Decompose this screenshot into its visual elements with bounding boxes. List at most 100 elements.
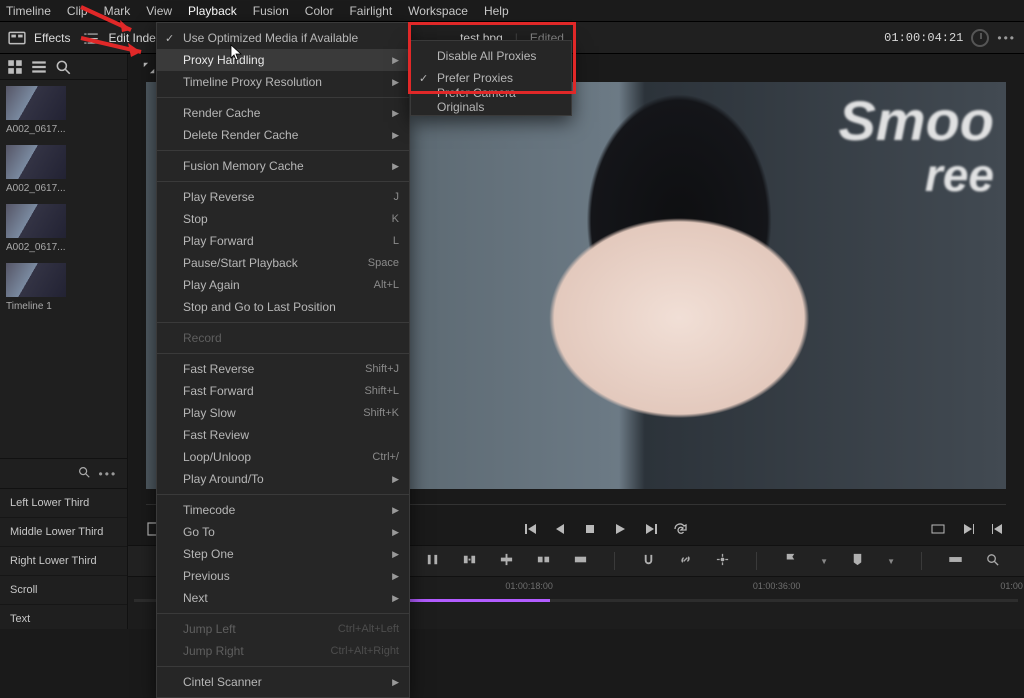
menu-item[interactable]: Play Around/To▶	[157, 468, 409, 490]
menu-item[interactable]: Cintel Scanner ▶	[157, 671, 409, 693]
submenu-caret-icon: ▶	[392, 108, 399, 119]
title-preset-item[interactable]: Scroll	[0, 576, 127, 605]
menu-item[interactable]: Proxy Handling▶	[157, 49, 409, 71]
title-preset-item[interactable]: Text	[0, 605, 127, 629]
menu-item[interactable]: Fast Review	[157, 424, 409, 446]
menu-item-label: Play Again	[183, 278, 240, 292]
menu-item[interactable]: Play AgainAlt+L	[157, 274, 409, 296]
menu-item[interactable]: Fast ForwardShift+L	[157, 380, 409, 402]
left-pane: A002_0617... A002_0617... A002_0617... Time…	[0, 54, 128, 629]
menu-item[interactable]: Step One▶	[157, 543, 409, 565]
search-icon[interactable]	[77, 465, 91, 482]
menu-item[interactable]: Previous▶	[157, 565, 409, 587]
menu-item[interactable]: Fast ReverseShift+J	[157, 358, 409, 380]
trim-tool-icon[interactable]	[425, 552, 440, 570]
menu-shortcut: J	[394, 191, 400, 203]
snap-icon[interactable]	[641, 552, 656, 570]
viewer-timecode[interactable]: 01:00:04:21	[884, 31, 963, 45]
submenu-item[interactable]: Disable All Proxies	[411, 45, 571, 67]
step-back-icon[interactable]	[552, 521, 568, 537]
insert-tool-icon[interactable]	[536, 552, 551, 570]
menu-view[interactable]: View	[146, 4, 172, 18]
menu-item[interactable]: Render Cache▶	[157, 102, 409, 124]
menu-mark[interactable]: Mark	[104, 4, 131, 18]
menu-playback[interactable]: Playback	[188, 4, 237, 18]
menu-item-label: Go To	[183, 525, 215, 539]
effects-label[interactable]: Effects	[34, 31, 70, 45]
menu-item[interactable]: Fusion Memory Cache▶	[157, 155, 409, 177]
title-preset-item[interactable]: Left Lower Third	[0, 489, 127, 518]
edit-index-label[interactable]: Edit Index	[108, 31, 161, 45]
ruler-tick: 01:00	[1000, 581, 1023, 591]
loop-duration-icon[interactable]	[971, 29, 989, 47]
menu-item[interactable]: StopK	[157, 208, 409, 230]
menu-item[interactable]: Go To ▶	[157, 521, 409, 543]
menu-color[interactable]: Color	[305, 4, 334, 18]
prev-edit-icon[interactable]	[990, 521, 1006, 537]
stop-icon[interactable]	[582, 521, 598, 537]
menu-item-label: Timeline Proxy Resolution	[183, 75, 322, 89]
options-icon[interactable]: •••	[99, 467, 118, 481]
menu-item[interactable]: Delete Render Cache▶	[157, 124, 409, 146]
list-view-icon[interactable]	[30, 58, 48, 76]
menu-shortcut: Space	[368, 257, 399, 269]
menu-fairlight[interactable]: Fairlight	[349, 4, 392, 18]
menu-item[interactable]: Stop and Go to Last Position	[157, 296, 409, 318]
next-edit-icon[interactable]	[960, 521, 976, 537]
overwrite-tool-icon[interactable]	[573, 552, 588, 570]
link-icon[interactable]	[678, 552, 693, 570]
zoom-slider-icon[interactable]	[948, 552, 963, 570]
media-pool-thumbs: A002_0617... A002_0617... A002_0617... Time…	[0, 80, 127, 318]
menu-shortcut: L	[393, 235, 399, 247]
menu-item: Jump RightCtrl+Alt+Right	[157, 640, 409, 662]
title-preset-item[interactable]: Right Lower Third	[0, 547, 127, 576]
submenu-caret-icon: ▶	[392, 77, 399, 88]
media-pool-icon[interactable]	[8, 29, 26, 47]
menu-item-label: Fusion Memory Cache	[183, 159, 304, 173]
flag-icon[interactable]	[783, 552, 798, 570]
options-icon[interactable]: •••	[997, 31, 1016, 45]
menu-item[interactable]: Timecode▶	[157, 499, 409, 521]
media-thumb[interactable]: A002_0617...	[6, 86, 66, 135]
menu-item[interactable]: Next▶	[157, 587, 409, 609]
menu-item[interactable]: Play ReverseJ	[157, 186, 409, 208]
position-lock-icon[interactable]	[715, 552, 730, 570]
menu-item[interactable]: ✓Use Optimized Media if Available	[157, 27, 409, 49]
submenu-caret-icon: ▶	[392, 677, 399, 688]
menu-help[interactable]: Help	[484, 4, 509, 18]
submenu-caret-icon: ▶	[392, 527, 399, 538]
chevron-down-icon[interactable]: ▼	[820, 557, 828, 566]
media-thumb[interactable]: A002_0617...	[6, 145, 66, 194]
menu-item-label: Cintel Scanner	[183, 675, 262, 689]
menu-item[interactable]: Loop/UnloopCtrl+/	[157, 446, 409, 468]
menu-item-label: Play Around/To	[183, 472, 264, 486]
search-icon[interactable]	[54, 58, 72, 76]
step-forward-icon[interactable]	[642, 521, 658, 537]
chevron-down-icon[interactable]: ▼	[887, 557, 895, 566]
search-icon[interactable]	[985, 552, 1000, 570]
title-preset-item[interactable]: Middle Lower Third	[0, 518, 127, 547]
menu-timeline[interactable]: Timeline	[6, 4, 51, 18]
menu-item[interactable]: Play SlowShift+K	[157, 402, 409, 424]
media-thumb[interactable]: A002_0617...	[6, 204, 66, 253]
marker-icon[interactable]	[850, 552, 865, 570]
loop-icon[interactable]	[672, 521, 688, 537]
submenu-item[interactable]: Prefer Camera Originals	[411, 89, 571, 111]
grid-view-icon[interactable]	[6, 58, 24, 76]
menu-workspace[interactable]: Workspace	[408, 4, 468, 18]
submenu-caret-icon: ▶	[392, 571, 399, 582]
list-icon[interactable]	[82, 29, 100, 47]
menu-clip[interactable]: Clip	[67, 4, 88, 18]
menu-fusion[interactable]: Fusion	[253, 4, 289, 18]
menu-item: Record	[157, 327, 409, 349]
media-thumb[interactable]: Timeline 1	[6, 263, 66, 312]
go-to-start-icon[interactable]	[522, 521, 538, 537]
menu-item[interactable]: Timeline Proxy Resolution ▶	[157, 71, 409, 93]
viewer-mode-icon[interactable]	[930, 521, 946, 537]
blade-tool-icon[interactable]	[499, 552, 514, 570]
dynamic-trim-icon[interactable]	[462, 552, 477, 570]
menu-item[interactable]: Pause/Start PlaybackSpace	[157, 252, 409, 274]
submenu-caret-icon: ▶	[392, 55, 399, 66]
play-icon[interactable]	[612, 521, 628, 537]
menu-item[interactable]: Play ForwardL	[157, 230, 409, 252]
